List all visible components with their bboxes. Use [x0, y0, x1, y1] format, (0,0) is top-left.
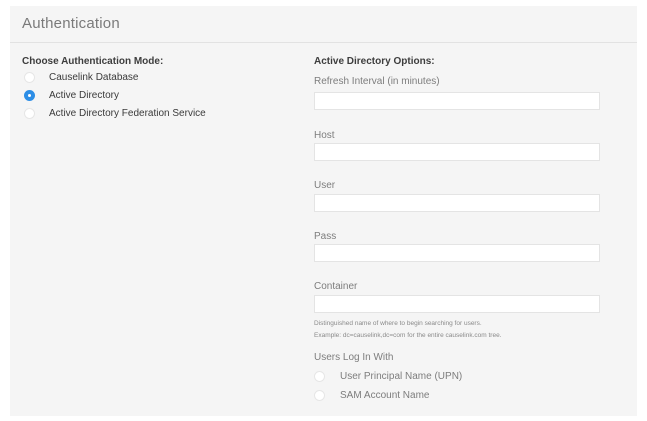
radio-unchecked-icon[interactable]	[314, 370, 325, 382]
login-with-option-label: SAM Account Name	[340, 389, 430, 401]
refresh-interval-input[interactable]	[314, 92, 600, 110]
radio-unchecked-icon[interactable]	[314, 389, 325, 401]
auth-mode-heading: Choose Authentication Mode:	[22, 56, 164, 67]
radio-checked-icon[interactable]	[24, 89, 35, 101]
user-input[interactable]	[314, 194, 600, 212]
radio-unchecked-icon[interactable]	[24, 71, 35, 83]
panel-title: Authentication	[22, 15, 120, 32]
host-input[interactable]	[314, 143, 600, 161]
login-with-option-sam[interactable]: SAM Account Name	[314, 387, 429, 403]
ad-options-heading: Active Directory Options:	[314, 56, 435, 67]
pass-input[interactable]	[314, 244, 600, 262]
login-with-label: Users Log In With	[314, 352, 394, 363]
auth-mode-option-adfs[interactable]: Active Directory Federation Service	[24, 105, 206, 121]
auth-mode-option-label: Active Directory	[49, 89, 120, 101]
auth-mode-option-causelink-database[interactable]: Causelink Database	[24, 69, 139, 85]
pass-label: Pass	[314, 231, 337, 242]
refresh-interval-label: Refresh Interval (in minutes)	[314, 76, 440, 87]
auth-mode-option-active-directory[interactable]: Active Directory	[24, 87, 119, 103]
host-label: Host	[314, 130, 335, 141]
container-label: Container	[314, 281, 358, 292]
container-help-text: Distinguished name of where to begin sea…	[314, 320, 482, 327]
radio-unchecked-icon[interactable]	[24, 107, 35, 119]
auth-mode-option-label: Active Directory Federation Service	[49, 107, 206, 119]
login-with-option-upn[interactable]: User Principal Name (UPN)	[314, 368, 462, 384]
container-example-text: Example: dc=causelink,dc=com for the ent…	[314, 332, 502, 339]
login-with-option-label: User Principal Name (UPN)	[340, 370, 463, 382]
user-label: User	[314, 180, 336, 191]
container-input[interactable]	[314, 295, 600, 313]
authentication-panel: Authentication Choose Authentication Mod…	[10, 6, 637, 416]
auth-mode-option-label: Causelink Database	[49, 71, 139, 83]
title-divider	[10, 42, 637, 43]
